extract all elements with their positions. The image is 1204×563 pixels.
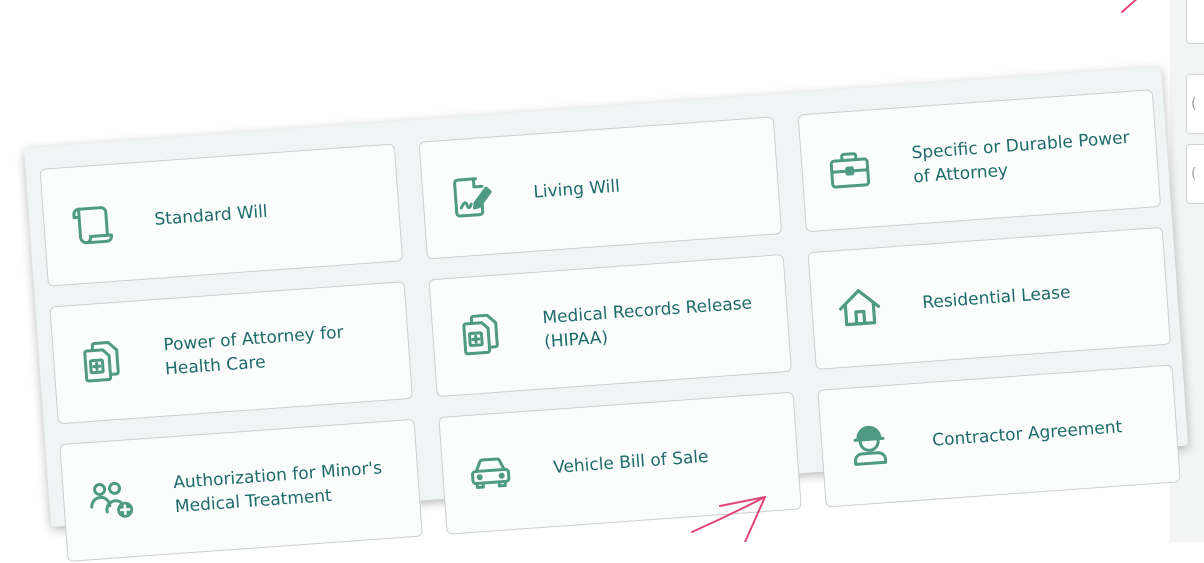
right-card-top[interactable] xyxy=(1186,0,1204,44)
right-card-lower-icon: ( xyxy=(1191,166,1197,182)
hard-hat-worker-icon xyxy=(841,416,899,474)
briefcase-icon xyxy=(821,141,879,199)
card-label: Vehicle Bill of Sale xyxy=(552,446,710,478)
card-residential-lease[interactable]: Residential Lease xyxy=(807,226,1171,370)
car-icon xyxy=(462,444,520,502)
medical-documents-icon xyxy=(452,306,510,364)
card-minor-medical-authorization[interactable]: Authorization for Minor's Medical Treatm… xyxy=(59,418,423,562)
card-label: Authorization for Minor's Medical Treatm… xyxy=(172,458,383,518)
medical-documents-icon xyxy=(73,333,131,391)
card-standard-will[interactable]: Standard Will xyxy=(39,143,404,287)
top-arrow-stroke xyxy=(1121,0,1138,13)
card-label: Medical Records Release (HIPAA) xyxy=(541,293,753,353)
card-label: Power of Attorney for Health Care xyxy=(162,322,345,380)
document-type-panel: Standard Will Living Will Specific or Du… xyxy=(24,66,1189,562)
card-label: Specific or Durable Power of Attorney xyxy=(910,127,1131,188)
card-living-will[interactable]: Living Will xyxy=(418,116,783,260)
card-vehicle-bill-of-sale[interactable]: Vehicle Bill of Sale xyxy=(438,391,802,535)
signed-document-icon xyxy=(442,168,500,226)
card-power-of-attorney[interactable]: Specific or Durable Power of Attorney xyxy=(797,89,1162,233)
card-power-of-attorney-health-care[interactable]: Power of Attorney for Health Care xyxy=(49,281,413,425)
document-type-grid: Standard Will Living Will Specific or Du… xyxy=(39,89,1181,562)
card-label: Residential Lease xyxy=(921,282,1072,314)
add-people-icon xyxy=(83,471,141,529)
card-medical-records-release[interactable]: Medical Records Release (HIPAA) xyxy=(428,253,792,398)
house-icon xyxy=(831,279,889,337)
card-label: Contractor Agreement xyxy=(931,417,1123,451)
scroll-icon xyxy=(63,195,121,253)
card-contractor-agreement[interactable]: Contractor Agreement xyxy=(817,364,1181,508)
card-label: Living Will xyxy=(532,176,621,203)
right-card-middle-icon: ( xyxy=(1191,96,1197,112)
card-label: Standard Will xyxy=(153,201,269,230)
